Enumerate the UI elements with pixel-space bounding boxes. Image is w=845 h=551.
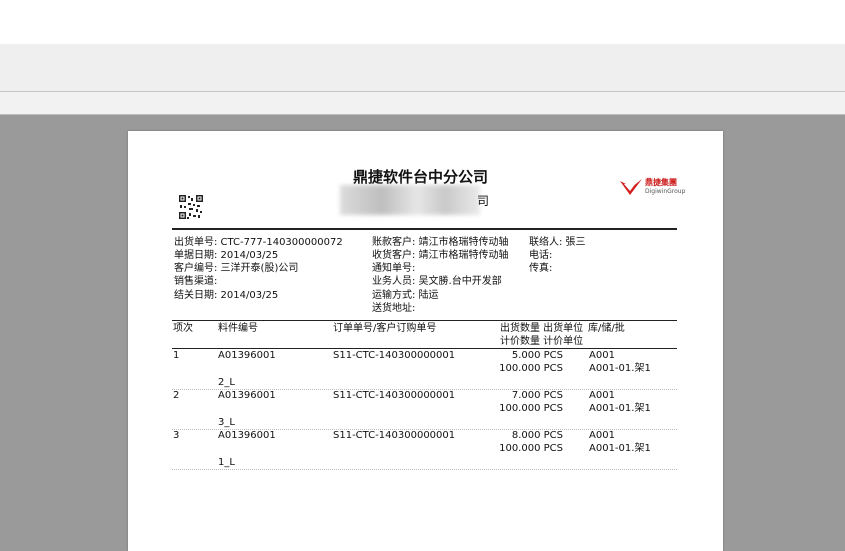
company-logo: 鼎捷集團 DigiwinGroup xyxy=(618,177,688,199)
row-3-location: A001-01.架1 xyxy=(589,443,651,454)
table-header-rule xyxy=(172,348,677,349)
row-3-part-suffix: 1_L xyxy=(218,457,235,468)
sales-channel: 销售渠道: xyxy=(174,276,218,287)
logo-mark-icon xyxy=(620,179,642,195)
redacted-subtitle xyxy=(340,185,480,215)
row-2-warehouse: A001 xyxy=(589,390,615,401)
row-2-no: 2 xyxy=(173,390,180,401)
row-2-price-qty: 100.000 PCS xyxy=(499,403,563,414)
phone: 电话: xyxy=(529,250,553,261)
row-1-location: A001-01.架1 xyxy=(589,363,651,374)
contact: 联络人: 張三 xyxy=(529,237,586,248)
viewer-toolbar xyxy=(0,44,845,92)
header-rule xyxy=(172,228,677,230)
salesperson: 业务人员: 吴文勝.台中开发部 xyxy=(372,276,502,287)
row-1-part-suffix: 2_L xyxy=(218,377,235,388)
header-ship-qty: 出货数量 出货单位 xyxy=(500,323,584,334)
logo-chinese-text: 鼎捷集團 xyxy=(645,178,677,187)
close-date: 结关日期: 2014/03/25 xyxy=(174,290,279,301)
ship-method: 运输方式: 陆运 xyxy=(372,290,439,301)
table-top-rule xyxy=(172,320,677,321)
row-2-location: A001-01.架1 xyxy=(589,403,651,414)
report-page: 鼎捷软件台中分公司 司 鼎捷集團 DigiwinGroup 出货单号: CTC-… xyxy=(128,131,723,551)
row-1-ship-qty: 5.000 PCS xyxy=(511,350,563,361)
qr-code-icon xyxy=(178,194,204,220)
row-3-part: A01396001 xyxy=(218,430,276,441)
header-order-no: 订单单号/客户订购单号 xyxy=(333,323,437,334)
row-3-order: S11-CTC-140300000001 xyxy=(333,430,456,441)
row-1-price-qty: 100.000 PCS xyxy=(499,363,563,374)
row-3-divider xyxy=(172,469,677,470)
row-2-order: S11-CTC-140300000001 xyxy=(333,390,456,401)
doc-date: 单据日期: 2014/03/25 xyxy=(174,250,279,261)
row-3-no: 3 xyxy=(173,430,180,441)
customer-no: 客户编号: 三洋开泰(股)公司 xyxy=(174,263,299,274)
delivery-address: 送货地址: xyxy=(372,303,416,314)
header-part-no: 料件编号 xyxy=(218,323,258,334)
row-2-ship-qty: 7.000 PCS xyxy=(511,390,563,401)
recv-customer: 收货客户: 靖江市格瑞特传动轴 xyxy=(372,250,509,261)
shipment-no: 出货单号: CTC-777-140300000072 xyxy=(174,237,343,248)
top-bar xyxy=(0,0,845,44)
row-3-price-qty: 100.000 PCS xyxy=(499,443,563,454)
subtitle-fragment: 司 xyxy=(477,194,490,208)
row-1-order: S11-CTC-140300000001 xyxy=(333,350,456,361)
company-title: 鼎捷软件台中分公司 xyxy=(353,168,489,186)
row-2-part: A01396001 xyxy=(218,390,276,401)
notify-no: 通知单号: xyxy=(372,263,416,274)
row-2-part-suffix: 3_L xyxy=(218,417,235,428)
row-3-ship-qty: 8.000 PCS xyxy=(511,430,563,441)
row-3-warehouse: A001 xyxy=(589,430,615,441)
logo-english-text: DigiwinGroup xyxy=(645,188,686,195)
bill-customer: 账款客户: 靖江市格瑞特传动轴 xyxy=(372,237,509,248)
viewer-subbar xyxy=(0,92,845,115)
header-price-qty: 计价数量 计价单位 xyxy=(500,336,584,347)
row-1-warehouse: A001 xyxy=(589,350,615,361)
fax: 传真: xyxy=(529,263,553,274)
row-1-no: 1 xyxy=(173,350,180,361)
header-item-no: 项次 xyxy=(173,323,193,334)
header-location: 库/储/批 xyxy=(588,323,625,334)
row-1-part: A01396001 xyxy=(218,350,276,361)
